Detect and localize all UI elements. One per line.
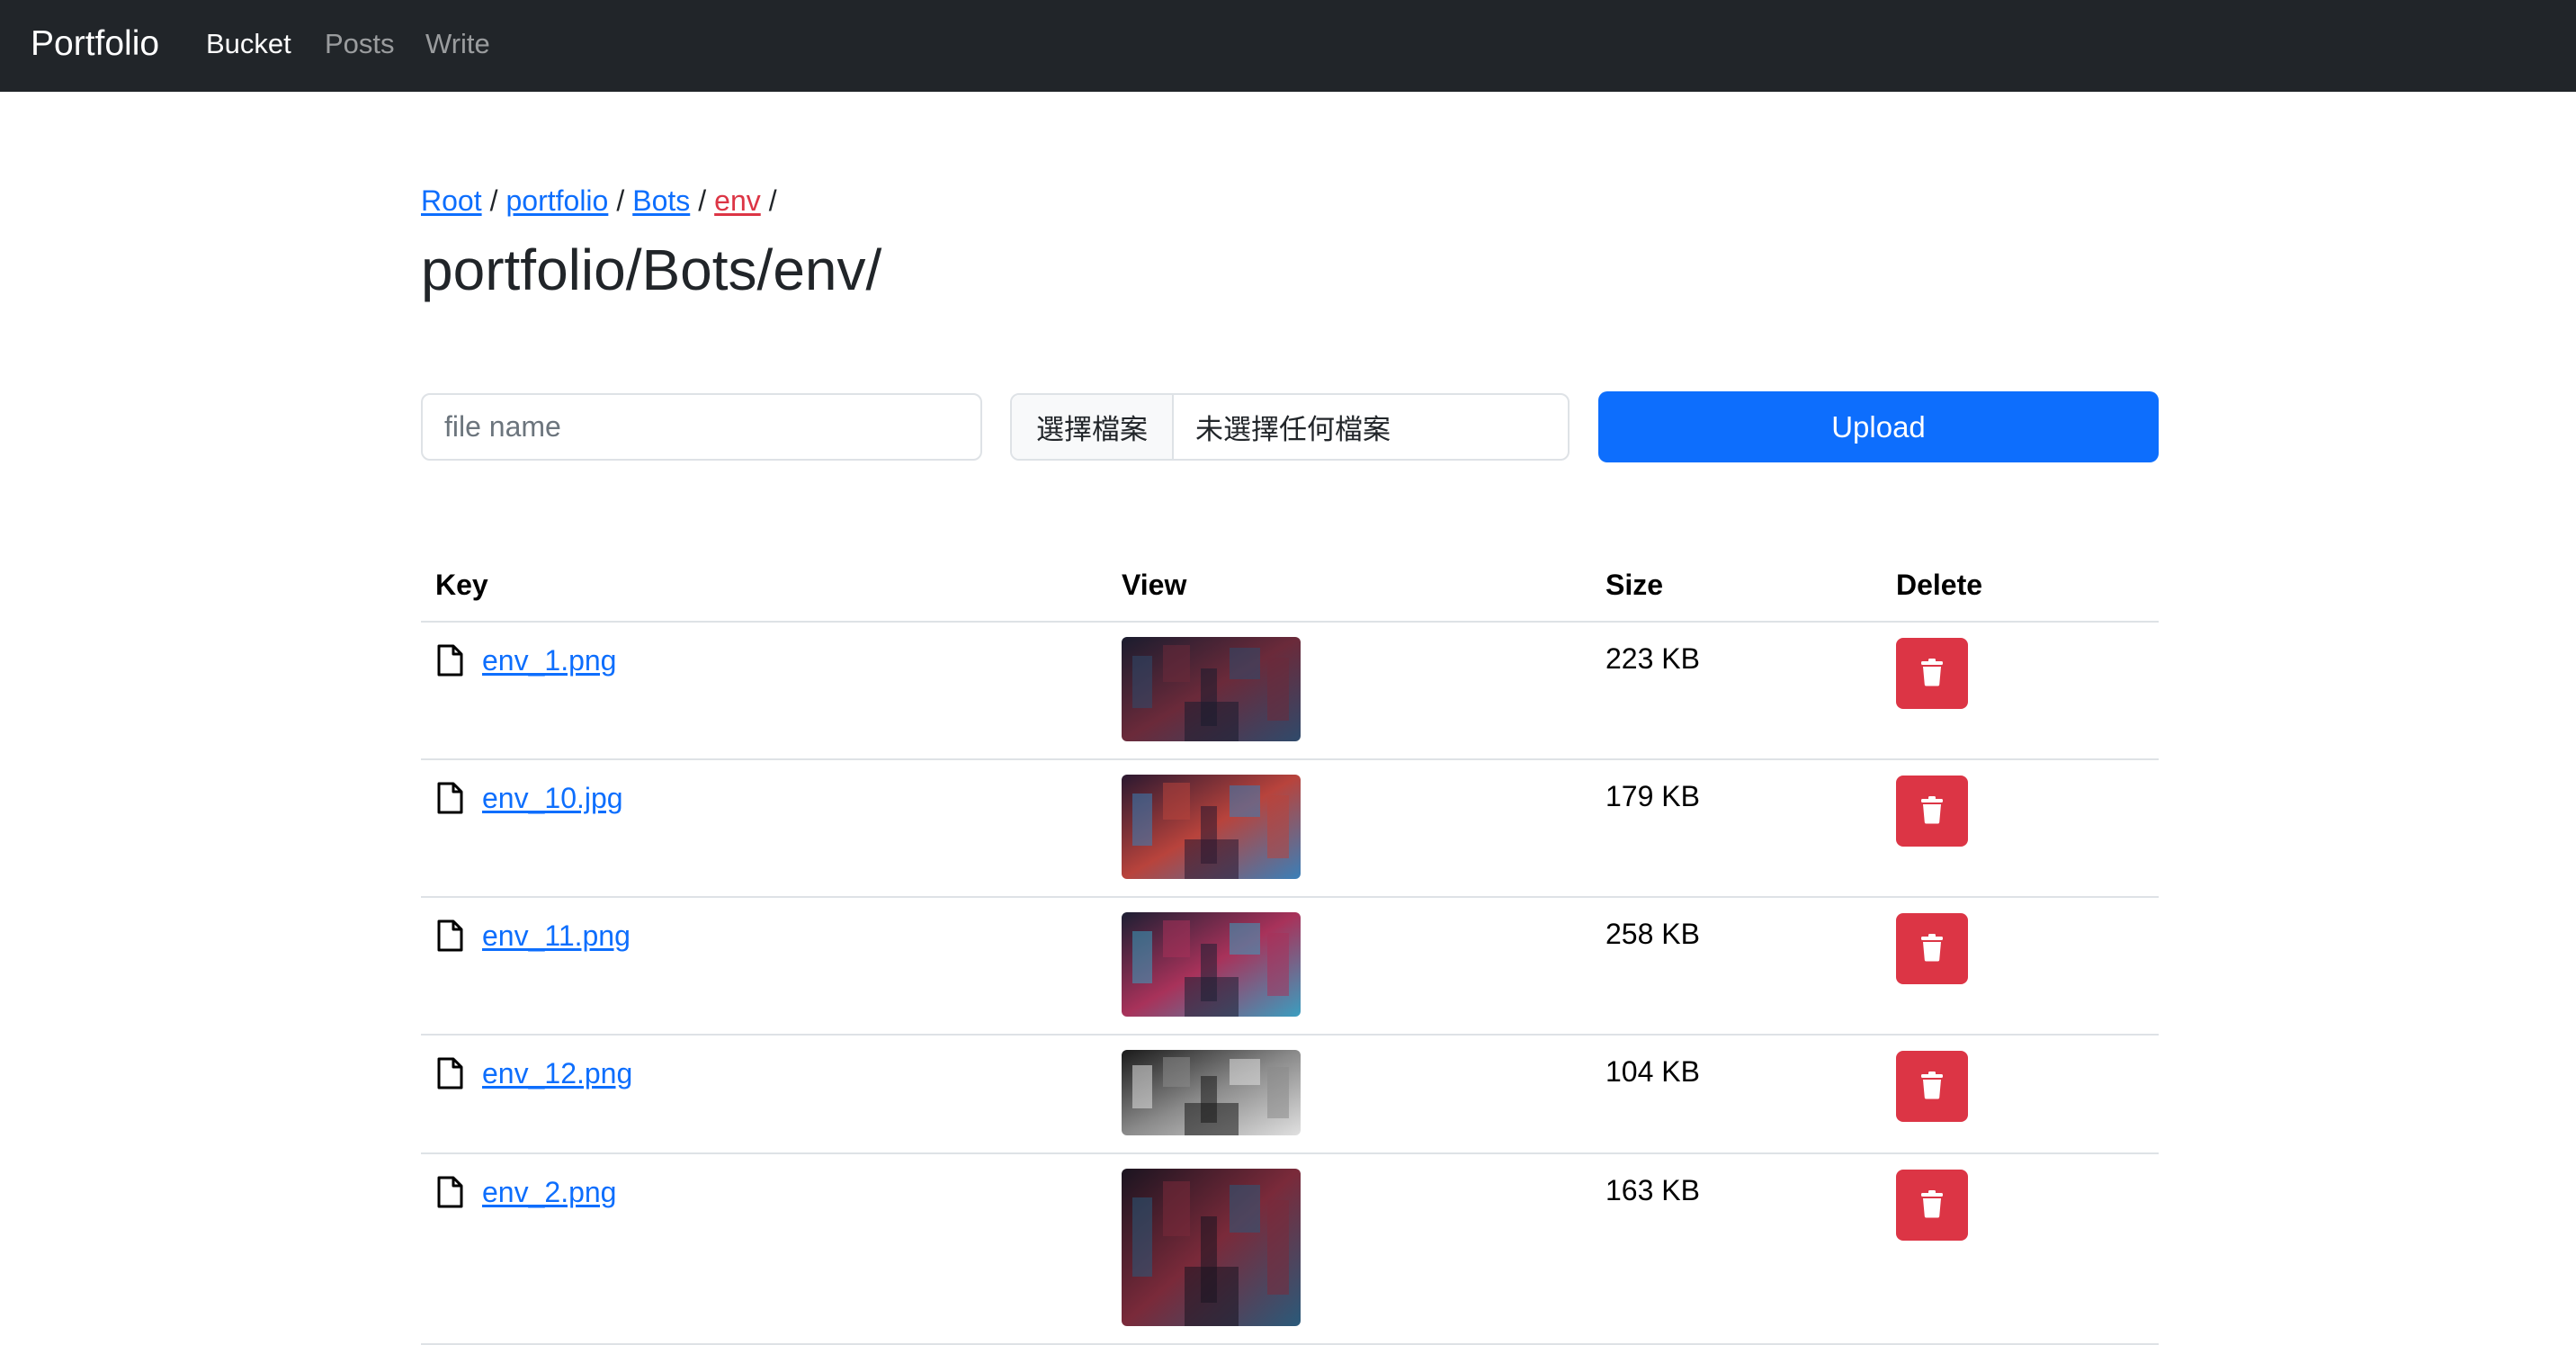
page-title: portfolio/Bots/env/	[421, 238, 882, 302]
file-link[interactable]: env_1.png	[482, 642, 616, 678]
trash-icon	[1919, 658, 1945, 689]
delete-button[interactable]	[1896, 638, 1968, 709]
file-table: Key View Size Delete env_1.png 223 KB en…	[421, 551, 2159, 1345]
file-thumbnail[interactable]	[1122, 1050, 1301, 1135]
upload-button[interactable]: Upload	[1598, 391, 2159, 462]
file-link[interactable]: env_2.png	[482, 1174, 616, 1210]
file-size: 163 KB	[1606, 1174, 1700, 1206]
delete-button[interactable]	[1896, 1051, 1968, 1122]
column-header-size: Size	[1606, 569, 1664, 601]
file-thumbnail[interactable]	[1122, 637, 1301, 741]
breadcrumb-separator: /	[768, 184, 777, 217]
breadcrumb: Root / portfolio / Bots / env /	[421, 183, 785, 219]
choose-file-button[interactable]: 選擇檔案	[1012, 395, 1174, 459]
breadcrumb-separator: /	[698, 184, 707, 217]
file-picker[interactable]: 選擇檔案 未選擇任何檔案	[1010, 393, 1570, 461]
breadcrumb-link-env[interactable]: env	[714, 184, 761, 217]
column-header-view: View	[1122, 569, 1187, 601]
trash-icon	[1919, 933, 1945, 964]
table-row: env_11.png 258 KB	[421, 898, 2159, 1036]
table-row: env_12.png 104 KB	[421, 1036, 2159, 1154]
nav-link-bucket[interactable]: Bucket	[206, 27, 291, 61]
table-row: env_1.png 223 KB	[421, 623, 2159, 760]
key-cell: env_10.jpg	[435, 780, 623, 816]
breadcrumb-link-root[interactable]: Root	[421, 184, 482, 217]
trash-icon	[1919, 1189, 1945, 1221]
file-icon	[435, 644, 464, 677]
file-name-input[interactable]	[421, 393, 982, 461]
file-icon	[435, 1176, 464, 1208]
trash-icon	[1919, 1071, 1945, 1102]
file-link[interactable]: env_11.png	[482, 918, 631, 954]
file-size: 104 KB	[1606, 1055, 1700, 1088]
file-thumbnail[interactable]	[1122, 775, 1301, 879]
delete-button[interactable]	[1896, 913, 1968, 984]
key-cell: env_1.png	[435, 642, 616, 678]
nav-link-posts[interactable]: Posts	[325, 27, 395, 61]
column-header-key: Key	[435, 569, 488, 601]
table-header: Key View Size Delete	[421, 551, 2159, 623]
file-size: 179 KB	[1606, 780, 1700, 812]
file-thumbnail[interactable]	[1122, 1169, 1301, 1326]
column-header-delete: Delete	[1896, 569, 1983, 601]
brand-link[interactable]: Portfolio	[31, 23, 159, 65]
key-cell: env_2.png	[435, 1174, 616, 1210]
nav-link-write[interactable]: Write	[425, 27, 490, 61]
file-link[interactable]: env_10.jpg	[482, 780, 623, 816]
delete-button[interactable]	[1896, 776, 1968, 847]
file-size: 223 KB	[1606, 642, 1700, 675]
file-icon	[435, 919, 464, 952]
table-row: env_10.jpg 179 KB	[421, 760, 2159, 898]
table-body: env_1.png 223 KB env_10.jpg 179 KB env_1…	[421, 623, 2159, 1345]
delete-button[interactable]	[1896, 1170, 1968, 1241]
file-thumbnail[interactable]	[1122, 912, 1301, 1017]
file-picker-status: 未選擇任何檔案	[1195, 414, 1391, 446]
key-cell: env_11.png	[435, 918, 631, 954]
file-link[interactable]: env_12.png	[482, 1055, 632, 1091]
file-icon	[435, 1057, 464, 1089]
trash-icon	[1919, 795, 1945, 827]
breadcrumb-separator: /	[489, 184, 498, 217]
key-cell: env_12.png	[435, 1055, 632, 1091]
breadcrumb-link-bots[interactable]: Bots	[632, 184, 690, 217]
breadcrumb-link-portfolio[interactable]: portfolio	[505, 184, 608, 217]
top-navbar: Portfolio Bucket Posts Write	[0, 0, 2576, 92]
breadcrumb-separator: /	[616, 184, 625, 217]
file-size: 258 KB	[1606, 918, 1700, 950]
table-row: env_2.png 163 KB	[421, 1154, 2159, 1345]
file-icon	[435, 782, 464, 814]
